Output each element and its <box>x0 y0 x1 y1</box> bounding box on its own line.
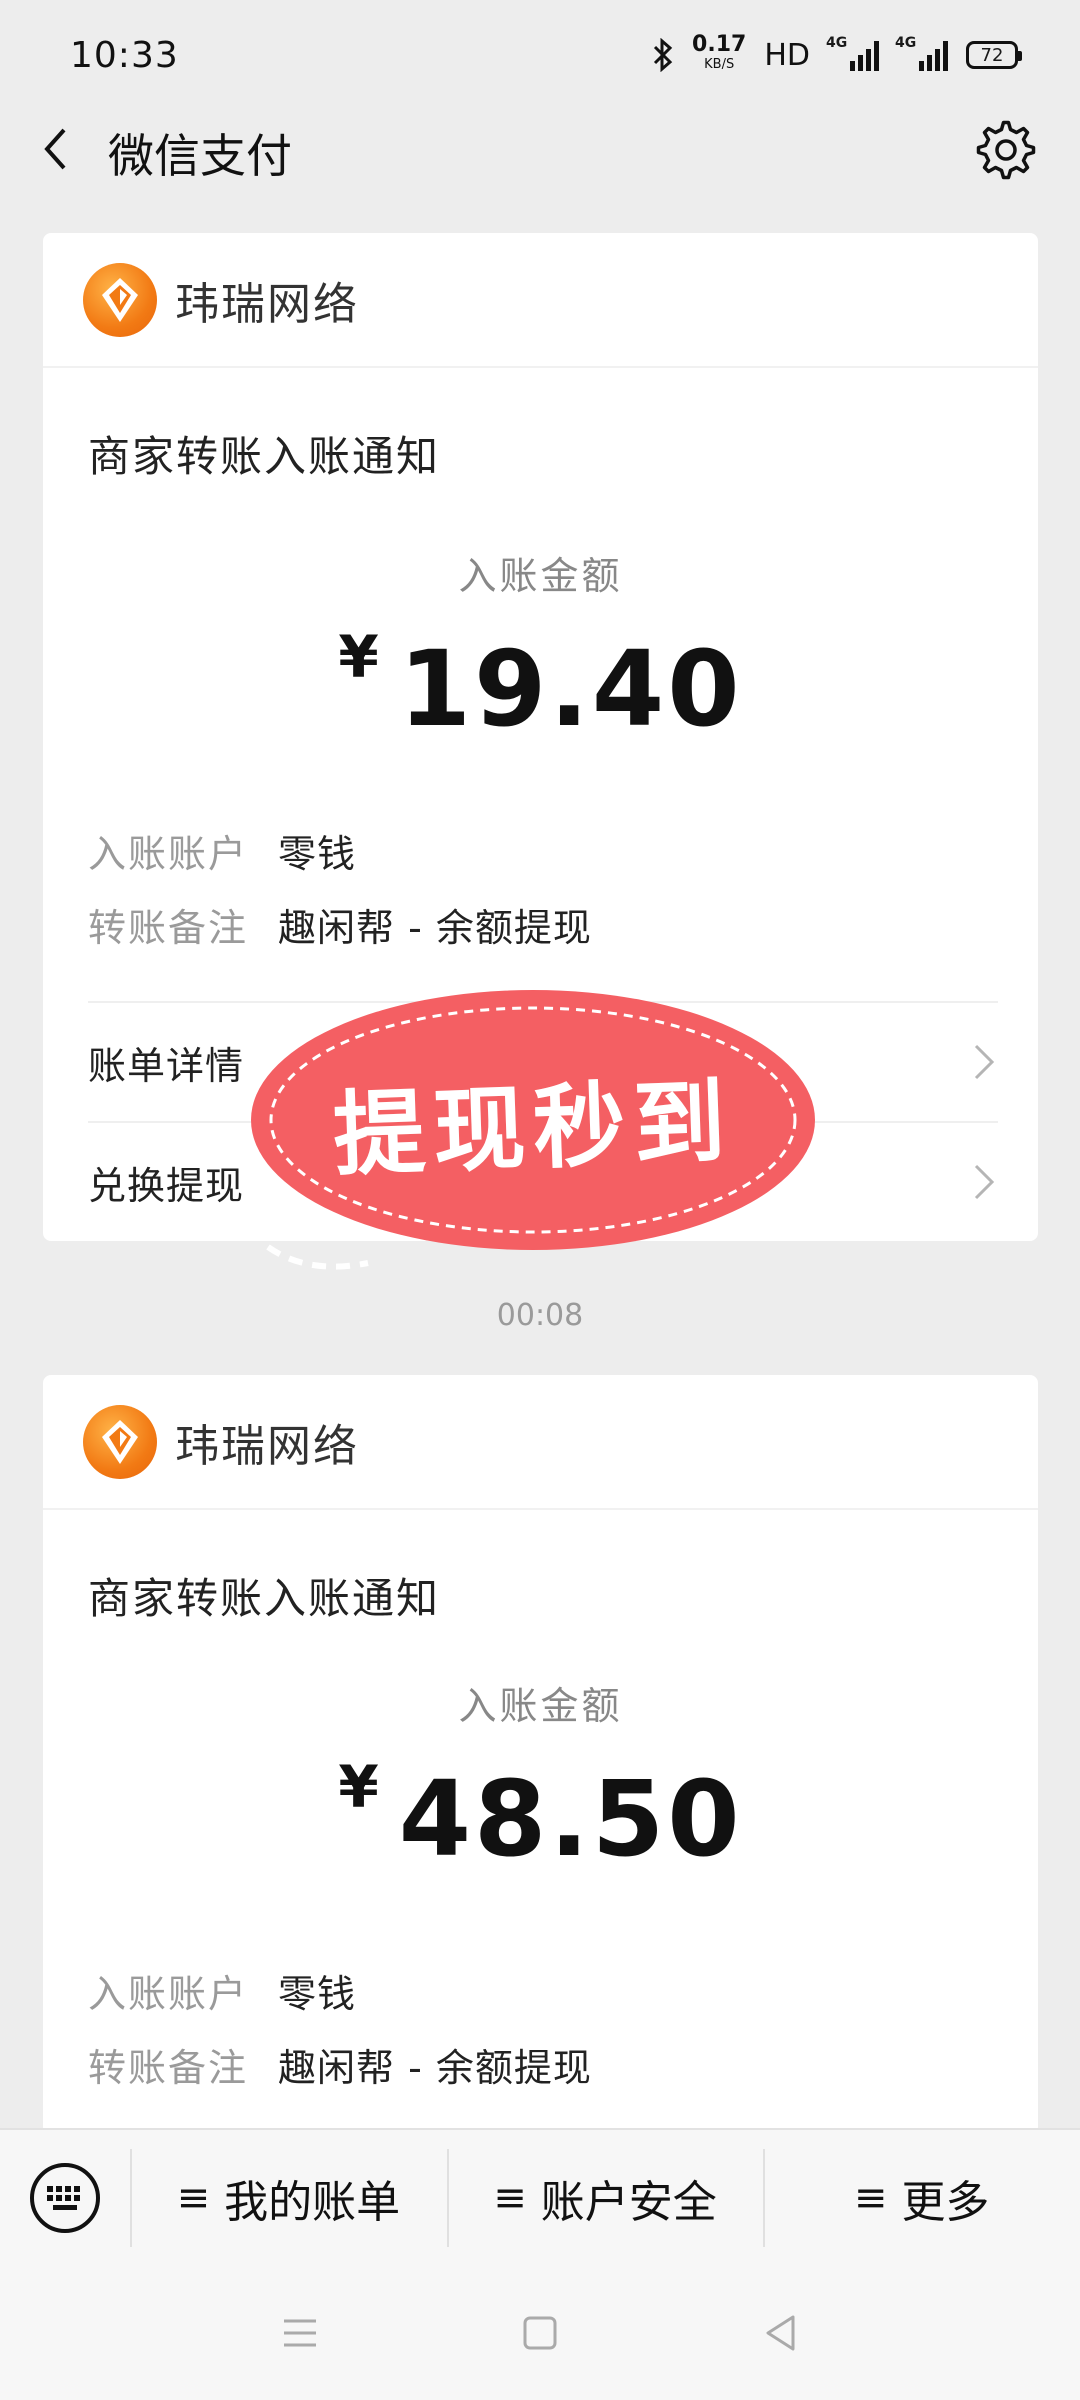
keyboard-toggle-button[interactable] <box>0 2129 130 2267</box>
network-type-2: 4G <box>895 35 917 51</box>
network-type-1: 4G <box>826 35 848 51</box>
detail-value: 零钱 <box>278 1972 357 2016</box>
menu-label: 账户安全 <box>540 2177 717 2228</box>
detail-value: 趣闲帮 - 余额提现 <box>278 906 592 950</box>
transfer-notice-card[interactable]: 玮瑞网络 商家转账入账通知 入账金额 ¥48.50 入账账户 零钱 转账备注 趣… <box>43 1375 1038 2135</box>
promo-sticker: 提现秒到 <box>248 985 818 1270</box>
merchant-name: 玮瑞网络 <box>175 278 359 330</box>
menu-my-bills[interactable]: ≡ 我的账单 <box>130 2129 447 2267</box>
home-icon[interactable] <box>520 2313 560 2353</box>
gear-icon[interactable] <box>976 120 1036 180</box>
currency-symbol: ¥ <box>338 1753 379 1821</box>
hd-indicator: HD <box>764 37 810 73</box>
merchant-logo-icon <box>83 1404 157 1479</box>
amount-label: 入账金额 <box>458 1684 623 1728</box>
menu-label: 更多 <box>901 2177 990 2228</box>
status-time: 10:33 <box>70 34 179 76</box>
nav-bar: 微信支付 <box>0 110 1080 190</box>
status-bar: 10:33 0.17 KB/S HD 4G 4G 72 <box>0 0 1080 110</box>
amount-value: 19.40 <box>398 628 743 750</box>
message-timestamp: 00:08 <box>496 1298 584 1333</box>
card-header: 玮瑞网络 <box>43 1375 1038 1510</box>
network-speed: 0.17 KB/S <box>692 32 747 75</box>
network-speed-unit: KB/S <box>704 57 735 72</box>
detail-key: 转账备注 <box>88 2046 249 2090</box>
bluetooth-icon <box>653 38 673 72</box>
detail-key: 入账账户 <box>88 832 249 876</box>
amount-label: 入账金额 <box>458 554 623 598</box>
chevron-right-icon <box>974 1044 995 1080</box>
detail-value: 趣闲帮 - 余额提现 <box>278 2046 592 2090</box>
card-header: 玮瑞网络 <box>43 233 1038 368</box>
sticker-text: 提现秒到 <box>331 1066 736 1189</box>
amount-display: ¥19.40 <box>43 623 1038 750</box>
menu-account-security[interactable]: ≡ 账户安全 <box>446 2129 764 2267</box>
detail-row-account: 入账账户 零钱 <box>88 823 356 878</box>
recent-apps-icon[interactable] <box>280 2313 320 2353</box>
page-title: 微信支付 <box>108 129 292 183</box>
amount-value: 48.50 <box>398 1758 743 1880</box>
menu-label: 我的账单 <box>224 2177 401 2228</box>
signal-icon-2: 4G <box>895 35 948 71</box>
menu-list-icon: ≡ <box>176 2175 211 2221</box>
back-triangle-icon[interactable] <box>760 2313 800 2353</box>
menu-list-icon: ≡ <box>853 2175 888 2221</box>
merchant-logo-icon <box>83 262 157 337</box>
signal-icon-1: 4G <box>826 35 879 71</box>
keyboard-icon <box>30 2163 100 2233</box>
status-icons: 0.17 KB/S HD 4G 4G 72 <box>652 32 1022 75</box>
merchant-name: 玮瑞网络 <box>175 1420 359 1472</box>
currency-symbol: ¥ <box>338 623 379 691</box>
detail-key: 转账备注 <box>88 906 249 950</box>
system-nav-bar <box>0 2266 1080 2400</box>
bottom-menu: ≡ 我的账单 ≡ 账户安全 ≡ 更多 <box>0 2128 1080 2266</box>
notice-title: 商家转账入账通知 <box>88 432 441 481</box>
amount-display: ¥48.50 <box>43 1753 1038 1880</box>
network-speed-value: 0.17 <box>692 32 747 57</box>
detail-row-remark: 转账备注 趣闲帮 - 余额提现 <box>88 2037 592 2092</box>
detail-row-account: 入账账户 零钱 <box>88 1963 356 2018</box>
detail-row-remark: 转账备注 趣闲帮 - 余额提现 <box>88 897 592 952</box>
menu-more[interactable]: ≡ 更多 <box>763 2129 1080 2267</box>
link-label: 账单详情 <box>88 1043 245 1088</box>
chevron-right-icon <box>974 1164 995 1200</box>
detail-key: 入账账户 <box>88 1972 249 2016</box>
detail-value: 零钱 <box>278 832 357 876</box>
back-arrow-icon[interactable] <box>34 124 84 174</box>
notice-title: 商家转账入账通知 <box>88 1574 441 1623</box>
battery-icon: 72 <box>966 41 1022 69</box>
menu-list-icon: ≡ <box>493 2175 527 2221</box>
link-label: 兑换提现 <box>88 1163 245 1208</box>
battery-level: 72 <box>980 44 1004 66</box>
